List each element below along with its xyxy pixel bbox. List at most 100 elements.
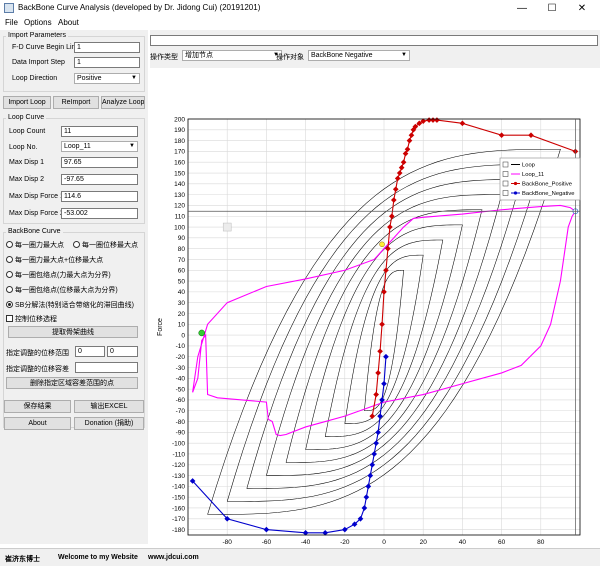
title-bar: BackBone Curve Analysis (developed by Dr…	[0, 0, 600, 17]
legend-entry: Loop	[522, 163, 535, 169]
x-tick-label: -20	[340, 539, 350, 546]
x-tick-label: 80	[537, 539, 545, 546]
legend-swatch-marker	[513, 191, 518, 195]
loop-direction-value: Positive	[77, 75, 102, 82]
import-params-title: Import Parameters	[6, 32, 68, 39]
donation-button[interactable]: Donation (捐助)	[74, 417, 144, 430]
y-tick-label: 30	[178, 300, 186, 307]
minimize-button[interactable]: —	[507, 0, 537, 17]
y-tick-label: -50	[176, 386, 186, 393]
op-target-select[interactable]: BackBone Negative ▼	[308, 50, 410, 61]
y-tick-label: -100	[172, 440, 185, 447]
y-tick-label: 170	[174, 149, 185, 156]
y-tick-label: 20	[178, 311, 186, 318]
range-to-input[interactable]: 0	[107, 346, 138, 357]
menu-options[interactable]: Options	[24, 18, 52, 27]
y-tick-label: -150	[172, 494, 185, 501]
legend-checkbox	[502, 161, 509, 168]
fd-begin-label: F-D Curve Begin Line	[12, 44, 80, 51]
y-tick-label: 10	[178, 322, 186, 329]
import-step-input[interactable]: 1	[74, 57, 140, 68]
menu-file[interactable]: File	[5, 18, 18, 27]
max-disp1-label: Max Disp 1	[9, 159, 45, 166]
y-tick-label: 190	[174, 127, 185, 134]
y-tick-label: -160	[172, 505, 185, 512]
range-label: 指定调整的位移范围	[6, 350, 69, 357]
radio-sb-method-label: SB分解法(特别适合带缩化的滞回曲线)	[15, 302, 134, 309]
radio-force-max[interactable]	[6, 241, 13, 248]
reimport-button[interactable]: ReImport	[53, 96, 99, 109]
status-website: www.jdcui.com	[148, 554, 199, 561]
chart-panel: 操作类型 增加节点 ▼ 操作对象 BackBone Negative ▼ -80…	[150, 30, 600, 546]
loop-count-label: Loop Count	[9, 128, 46, 135]
hysteresis-chart[interactable]: -80 -60 -40 -20 0 20 40 60 80 -180 -170 -160 -150 -14…	[150, 68, 600, 546]
range-from-input[interactable]: 0	[75, 346, 105, 357]
radio-sb-method[interactable]	[6, 301, 13, 308]
y-tick-label: -120	[172, 462, 185, 469]
op-type-select[interactable]: 增加节点 ▼	[182, 50, 282, 61]
op-type-label: 操作类型	[150, 54, 178, 61]
y-tick-label: -130	[172, 473, 185, 480]
loop-no-select[interactable]: Loop_11 ▼	[61, 141, 138, 152]
max-force1-input[interactable]: 114.6	[61, 191, 138, 202]
legend-checkbox	[502, 190, 509, 196]
chevron-down-icon: ▼	[401, 52, 407, 58]
legend-entry: Loop_11	[522, 172, 544, 178]
radio-envelope-disp[interactable]	[6, 286, 13, 293]
max-disp1-input[interactable]: 97.65	[61, 157, 138, 168]
legend-swatch-marker	[513, 181, 518, 186]
legend-checkbox	[502, 180, 509, 187]
close-button[interactable]: ✕	[567, 0, 597, 17]
x-tick-label: 40	[459, 539, 467, 546]
max-disp2-input[interactable]: -97.65	[61, 174, 138, 185]
analyze-loop-button[interactable]: Analyze Loop	[101, 96, 145, 109]
import-loop-button[interactable]: Import Loop	[3, 96, 51, 109]
file-path-input[interactable]	[150, 35, 598, 46]
tolerance-input[interactable]	[75, 362, 138, 373]
y-tick-label: 110	[175, 214, 186, 221]
radio-disp-max-label: 每一圈位移最大点	[82, 242, 138, 249]
y-tick-label: -140	[172, 484, 185, 491]
menu-about[interactable]: About	[58, 18, 79, 27]
loop-count-input[interactable]: 11	[61, 126, 138, 137]
radio-envelope-disp-label: 每一圈包络点(位移最大点为分界)	[15, 287, 118, 294]
loop-direction-label: Loop Direction	[12, 75, 58, 82]
loop-no-value: Loop_11	[64, 143, 91, 150]
radio-force-max-label: 每一圈力最大点	[15, 242, 64, 249]
y-tick-label: 40	[178, 289, 186, 296]
radio-force-disp-max[interactable]	[6, 256, 13, 263]
y-tick-label: -30	[176, 365, 186, 372]
y-tick-label: 80	[178, 246, 186, 253]
extract-backbone-button[interactable]: 提取骨架曲线	[8, 326, 138, 338]
yellow-marker	[379, 241, 385, 248]
fd-begin-input[interactable]: 1	[74, 42, 140, 53]
radio-disp-max[interactable]	[73, 241, 80, 248]
status-welcome: Welcome to my Website	[58, 554, 138, 561]
radio-envelope-force-label: 每一圈包络点(力最大点为分界)	[15, 272, 111, 279]
maximize-button[interactable]: ☐	[537, 0, 567, 17]
loop-no-label: Loop No.	[9, 144, 38, 151]
y-tick-label: 100	[174, 224, 185, 231]
save-result-button[interactable]: 保存结果	[4, 400, 71, 413]
control-disp-checkbox[interactable]	[6, 315, 13, 322]
import-step-label: Data Import Step	[12, 59, 65, 66]
status-author: 崔济东博士	[5, 556, 40, 563]
y-tick-label: -60	[176, 397, 186, 404]
delete-points-button[interactable]: 删除指定区域容差范围的点	[6, 377, 138, 389]
radio-envelope-force[interactable]	[6, 271, 13, 278]
y-tick-label: 120	[174, 203, 185, 210]
op-type-value: 增加节点	[185, 52, 213, 59]
y-tick-label: 50	[178, 278, 186, 285]
legend-checkbox	[502, 171, 509, 177]
green-marker	[198, 329, 205, 337]
loop-direction-select[interactable]: Positive ▼	[74, 73, 140, 84]
y-tick-label: 130	[174, 192, 185, 199]
y-tick-label: -180	[172, 527, 185, 534]
max-force2-input[interactable]: -53.002	[61, 208, 138, 219]
y-tick-label: -110	[172, 451, 185, 458]
about-button[interactable]: About	[4, 417, 71, 430]
grey-square-marker	[222, 222, 232, 232]
export-excel-button[interactable]: 输出EXCEL	[74, 400, 144, 413]
y-tick-label: -170	[172, 516, 185, 523]
chevron-down-icon: ▼	[131, 75, 137, 81]
